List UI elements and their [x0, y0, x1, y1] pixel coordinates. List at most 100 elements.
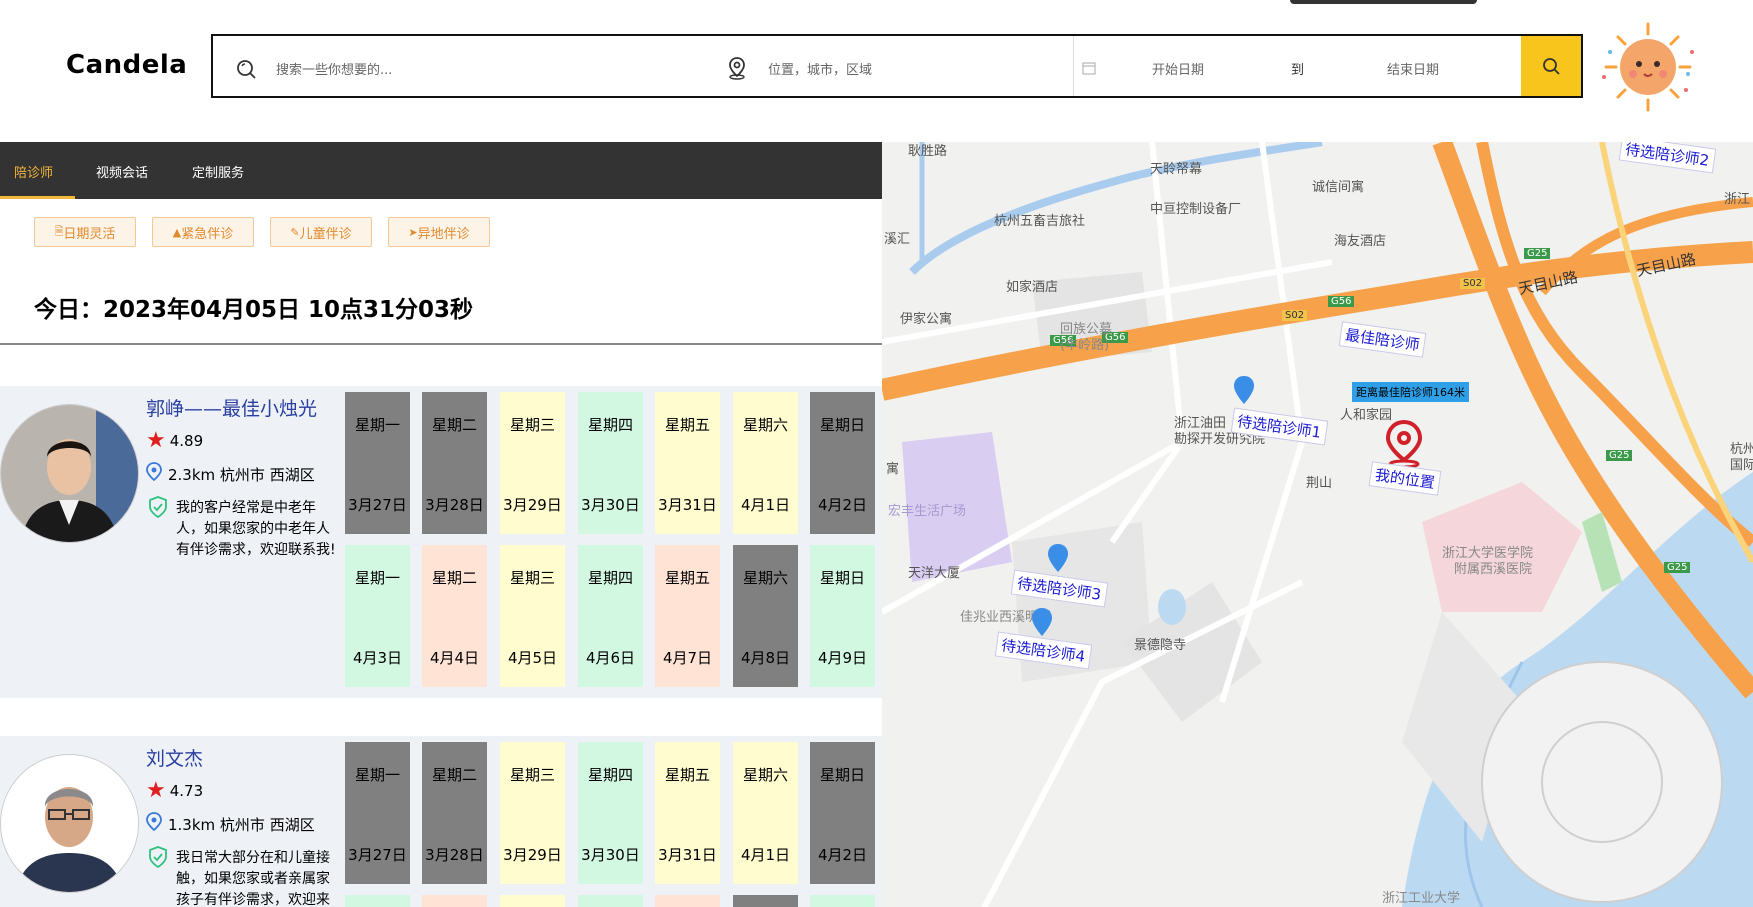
map[interactable]: G56 G56 G56 S02 S02 G25 G25 G25 耿胜路 天聆帑幕… — [882, 142, 1753, 907]
location-icon — [146, 812, 162, 836]
day-slot[interactable] — [810, 895, 875, 907]
day-slot[interactable]: 星期二 3月28日 — [422, 742, 487, 884]
map-canvas — [882, 142, 1753, 907]
search-icon — [1541, 56, 1561, 80]
date-label: 4月8日 — [740, 649, 791, 667]
shield-check-icon — [148, 496, 168, 522]
map-label: 荆山 — [1306, 476, 1333, 491]
map-label: 国际 — [1730, 458, 1753, 473]
day-slot[interactable]: 星期四 3月30日 — [578, 742, 643, 884]
day-slot[interactable] — [500, 895, 565, 907]
day-slot[interactable] — [655, 895, 720, 907]
escort-card[interactable]: 刘文杰 ★ 4.73 1.3km 杭州市 西湖区 我日常大部分在和儿童接触，如果… — [0, 736, 882, 907]
star-icon: ★ — [146, 428, 166, 453]
day-slot[interactable]: 星期三 4月5日 — [500, 545, 565, 687]
day-slot[interactable]: 星期日 4月2日 — [810, 392, 875, 534]
map-label: 伊家公寓 — [900, 312, 953, 327]
map-label: 景德隐寺 — [1134, 638, 1187, 653]
weekday-label: 星期四 — [587, 766, 633, 784]
map-pin-icon[interactable] — [1234, 376, 1254, 408]
day-slot[interactable] — [422, 895, 487, 907]
weekday-label: 星期六 — [742, 766, 788, 784]
day-slot[interactable] — [578, 895, 643, 907]
day-slot[interactable] — [733, 895, 798, 907]
map-label: 宏丰生活广场 — [888, 504, 967, 519]
day-slot[interactable]: 星期三 3月29日 — [500, 742, 565, 884]
weekday-label: 星期一 — [354, 569, 400, 587]
map-pin-icon[interactable] — [1032, 608, 1052, 640]
logo[interactable]: Candela — [66, 50, 187, 80]
day-slot[interactable]: 星期六 4月1日 — [733, 742, 798, 884]
filter-flexible-date[interactable]: 🗎 日期灵活 — [34, 217, 136, 247]
active-tab-indicator — [0, 196, 75, 199]
tab-custom-service[interactable]: 定制服务 — [192, 162, 244, 181]
tab-video-session[interactable]: 视频会话 — [96, 162, 148, 181]
weekday-label: 星期一 — [354, 416, 400, 434]
date-label: 4月6日 — [585, 649, 636, 667]
map-pin-icon[interactable] — [1048, 544, 1068, 576]
day-slot[interactable] — [345, 895, 410, 907]
escort-card[interactable]: 郭峥——最佳小烛光 ★ 4.89 2.3km 杭州市 西湖区 我的客户经常是中老… — [0, 386, 882, 698]
day-slot[interactable]: 星期五 3月31日 — [655, 392, 720, 534]
map-label: 浙江工业大学 — [1382, 891, 1461, 906]
description-text: 我日常大部分在和儿童接触，如果您家或者亲属家孩子有伴诊需求，欢迎来找 — [176, 850, 330, 907]
day-slot[interactable]: 星期二 3月28日 — [422, 392, 487, 534]
map-label: 耿胜路 — [908, 144, 948, 159]
weekday-label: 星期四 — [587, 416, 633, 434]
document-icon: 🗎 — [54, 224, 64, 238]
rating-value: 4.89 — [169, 431, 204, 450]
day-slot[interactable]: 星期日 4月9日 — [810, 545, 875, 687]
map-label: 天洋大厦 — [908, 566, 961, 581]
road-badge: G25 — [1606, 450, 1633, 461]
shield-check-icon — [148, 846, 168, 872]
search-icon[interactable] — [235, 58, 257, 84]
search-input[interactable]: 搜索一些你想要的... — [276, 59, 392, 78]
filter-remote[interactable]: ➤ 异地伴诊 — [388, 217, 490, 247]
filter-child[interactable]: ✎ 儿童伴诊 — [270, 217, 372, 247]
weekday-label: 星期六 — [742, 416, 788, 434]
weekday-label: 星期二 — [431, 569, 477, 587]
day-slot[interactable]: 星期四 4月6日 — [578, 545, 643, 687]
day-slot[interactable]: 星期一 4月3日 — [345, 545, 410, 687]
day-slot[interactable]: 星期三 3月29日 — [500, 392, 565, 534]
user-avatar[interactable] — [1598, 22, 1698, 112]
map-label: 如家酒店 — [1006, 280, 1059, 295]
location-input[interactable]: 位置，城市，区域 — [768, 59, 872, 78]
search-button[interactable] — [1521, 36, 1581, 96]
date-label: 4月5日 — [507, 649, 558, 667]
weekday-label: 星期日 — [819, 416, 865, 434]
day-slot[interactable]: 星期五 3月31日 — [655, 742, 720, 884]
avatar[interactable] — [0, 754, 139, 893]
rating: ★ 4.73 — [146, 778, 203, 803]
day-slot[interactable]: 星期二 4月4日 — [422, 545, 487, 687]
search-bar: 搜索一些你想要的... 位置，城市，区域 开始日期 到 结束日期 — [211, 34, 1583, 98]
start-date-input[interactable]: 开始日期 — [1152, 59, 1204, 78]
weekday-label: 星期六 — [742, 569, 788, 587]
calendar-icon[interactable] — [1082, 60, 1096, 79]
avatar[interactable] — [0, 404, 139, 543]
tab-escort[interactable]: 陪诊师 — [14, 162, 53, 181]
filter-urgent[interactable]: ▲ 紧急伴诊 — [152, 217, 254, 247]
end-date-input[interactable]: 结束日期 — [1387, 59, 1439, 78]
to-label: 到 — [1291, 63, 1305, 78]
day-slot[interactable]: 星期四 3月30日 — [578, 392, 643, 534]
day-slot[interactable]: 星期六 4月8日 — [733, 545, 798, 687]
escort-name[interactable]: 刘文杰 — [146, 744, 203, 771]
escort-description: 我的客户经常是中老年人，如果您家的中老年人有伴诊需求，欢迎联系我! — [176, 498, 341, 561]
road-badge: G25 — [1664, 562, 1691, 573]
day-slot[interactable]: 星期一 3月27日 — [345, 742, 410, 884]
road-badge: G25 — [1524, 248, 1551, 259]
date-label: 3月28日 — [425, 846, 484, 864]
day-slot[interactable]: 星期五 4月7日 — [655, 545, 720, 687]
star-icon: ★ — [146, 778, 166, 803]
map-label: 海友酒店 — [1334, 234, 1387, 249]
day-slot[interactable]: 星期一 3月27日 — [345, 392, 410, 534]
day-slot[interactable]: 星期日 4月2日 — [810, 742, 875, 884]
date-label: 4月9日 — [817, 649, 868, 667]
weekday-label: 星期五 — [664, 416, 710, 434]
location-icon — [146, 462, 162, 486]
escort-name[interactable]: 郭峥——最佳小烛光 — [146, 394, 317, 421]
tab-bar: 陪诊师 视频会话 定制服务 — [0, 142, 882, 199]
day-slot[interactable]: 星期六 4月1日 — [733, 392, 798, 534]
warning-icon: ▲ — [172, 225, 182, 239]
